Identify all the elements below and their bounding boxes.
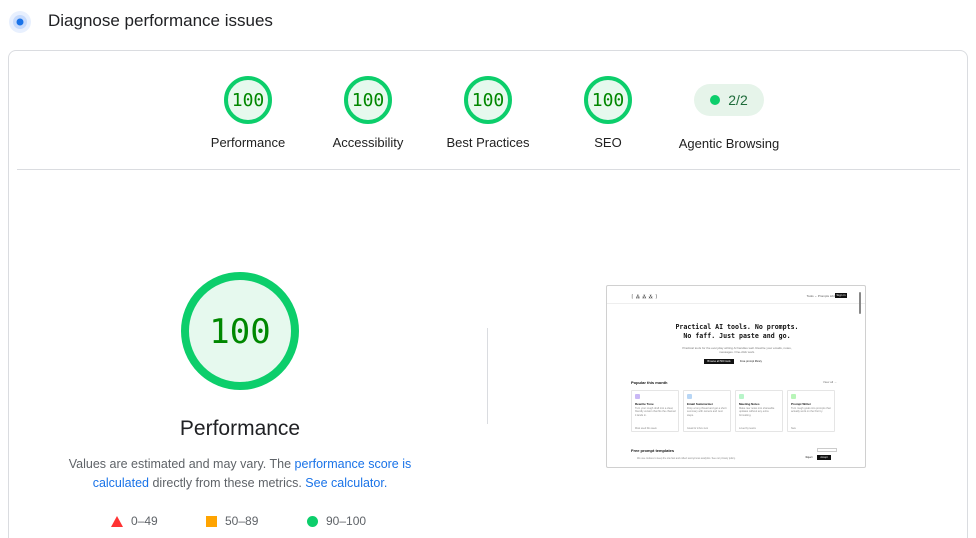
agentic-score-pill: 2/2 <box>694 84 764 116</box>
gauge-score: 100 <box>472 90 505 111</box>
section-header: Diagnose performance issues <box>0 0 976 44</box>
legend-average: 50–89 <box>206 514 258 528</box>
main-score: 100 <box>209 312 270 352</box>
thumb-card-icon <box>687 394 692 399</box>
thumb-select <box>817 448 837 452</box>
desc-text: Values are estimated and may vary. The <box>68 457 295 471</box>
score-description: Values are estimated and may vary. The p… <box>59 455 421 493</box>
legend-label: 50–89 <box>225 514 259 528</box>
lighthouse-diagnose-icon <box>9 11 31 33</box>
gauge-best-practices[interactable]: 100 Best Practices <box>428 75 548 150</box>
thumb-card: Rewrite Tone Turn your rough draft into … <box>631 390 679 432</box>
legend-pass: 90–100 <box>307 514 366 528</box>
thumb-hero: Practical AI tools. No prompts. No faff.… <box>647 323 827 341</box>
gauge-score: 100 <box>232 90 265 111</box>
thumb-section2-title: Free prompt templates <box>631 448 675 453</box>
thumb-card-footer: Most used this week <box>635 427 657 430</box>
thumb-section-title: Popular this month <box>631 380 668 385</box>
gauge-score: 100 <box>352 90 385 111</box>
thumb-card-desc: Turn your rough draft into a clear, frie… <box>635 407 676 417</box>
thumb-card: Prompt Writer Turn rough goals into prom… <box>787 390 835 432</box>
thumb-footer-text: We use cookies to keep the site fast and… <box>637 457 736 460</box>
thumb-card-footer: Great for inbox zero <box>687 427 709 430</box>
thumb-footer-btn: Accept <box>817 455 831 460</box>
gauge-label: Agentic Browsing <box>678 136 780 151</box>
thumb-hero-sub: Practical tools for the everyday writing… <box>682 346 792 354</box>
thumb-cta-secondary: Free prompt library <box>740 360 762 363</box>
thumb-card-icon <box>791 394 796 399</box>
thumb-card-desc: Drop a long thread and get a short summa… <box>687 407 727 417</box>
thumb-scrollbar <box>859 292 861 314</box>
gauge-performance[interactable]: 100 Performance <box>188 75 308 150</box>
thumb-footer-btn: Reject <box>805 456 813 459</box>
thumb-card: Meeting Notes Make raw notes into sharea… <box>735 390 783 432</box>
score-ring: 100 <box>224 76 272 124</box>
thumb-view-all: View all → <box>822 380 837 384</box>
thumb-nav-button: Sign in <box>835 293 847 298</box>
thumb-card-title: Email Summarizer <box>687 402 714 406</box>
gauge-agentic-browsing[interactable]: 2/2 Agentic Browsing <box>649 75 809 151</box>
fail-triangle-icon <box>111 515 123 527</box>
thumb-hero-line: Practical AI tools. No prompts. <box>675 323 799 331</box>
legend-fail: 0–49 <box>111 514 158 528</box>
report-panel: 100 Performance 100 Accessibility 100 Be… <box>8 50 968 538</box>
thumb-card-title: Rewrite Tone <box>635 402 654 406</box>
thumb-logo: [ ⁂ ⁂ ⁂ ] <box>631 294 658 299</box>
thumb-card-footer: New <box>791 427 796 430</box>
average-square-icon <box>206 515 217 527</box>
gauge-score: 100 <box>592 90 625 111</box>
final-screenshot-thumbnail[interactable]: [ ⁂ ⁂ ⁂ ] Tools ⌄ Prompts Library Sign i… <box>606 285 866 468</box>
legend-label: 0–49 <box>131 514 158 528</box>
desc-text: directly from these metrics. <box>149 476 306 490</box>
gauge-label: Accessibility <box>332 135 404 150</box>
score-ring: 100 <box>584 76 632 124</box>
divider <box>17 169 960 170</box>
score-legend: 0–49 50–89 90–100 <box>109 514 409 530</box>
thumb-card-footer: Loved by teams <box>739 427 756 430</box>
gauge-label: Best Practices <box>446 135 530 150</box>
score-ring: 100 <box>464 76 512 124</box>
agentic-score: 2/2 <box>728 92 748 108</box>
pass-circle-icon <box>307 515 318 527</box>
main-category-title: Performance <box>179 417 301 440</box>
performance-main-gauge: 100 <box>181 272 299 390</box>
thumb-cta-primary: Browse all 500 tools <box>704 359 734 364</box>
gauge-accessibility[interactable]: 100 Accessibility <box>308 75 428 150</box>
thumb-nav: [ ⁂ ⁂ ⁂ ] Tools ⌄ Prompts Library Sign i… <box>607 286 865 304</box>
section-title: Diagnose performance issues <box>48 11 273 30</box>
thumb-card-icon <box>739 394 744 399</box>
thumb-card-title: Meeting Notes <box>739 402 760 406</box>
vertical-divider <box>487 328 488 424</box>
score-ring: 100 <box>344 76 392 124</box>
legend-label: 90–100 <box>326 514 367 528</box>
thumb-card-desc: Make raw notes into shareable updates wi… <box>739 407 775 417</box>
see-calculator-link[interactable]: See calculator. <box>305 476 387 490</box>
thumb-card-icon <box>635 394 640 399</box>
pass-dot-icon <box>710 95 721 105</box>
thumb-card-title: Prompt Writer <box>791 402 811 406</box>
thumb-card-desc: Turn rough goals into prompts that actua… <box>791 407 831 414</box>
gauge-label: Performance <box>210 135 286 150</box>
thumb-hero-line: No faff. Just paste and go. <box>683 332 791 340</box>
thumb-card: Email Summarizer Drop a long thread and … <box>683 390 731 432</box>
